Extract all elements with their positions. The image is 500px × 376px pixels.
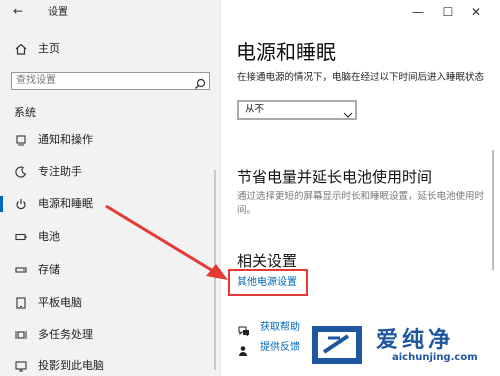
page-title: 电源和睡眠 [236,40,336,64]
watermark-brand: 爱纯净 [376,328,455,353]
home-icon [14,42,28,56]
get-help-link[interactable]: 获取帮助 [260,322,300,334]
maximize-button[interactable]: ☐ [438,5,458,19]
multitask-icon [14,328,28,342]
sidebar-item-project[interactable]: 投影到此电脑 [14,359,214,375]
sleep-caption: 在接通电源的情况下，电脑在经过以下时间后进入睡眠状态 [237,72,485,83]
storage-icon [14,263,28,277]
search-placeholder: 查找设置 [16,75,56,86]
chevron-down-icon [343,105,353,124]
project-icon [14,359,28,373]
battery-section-desc-line1: 通过选择更短的屏幕显示时长和睡眠设置，延长电池使用时 [237,191,485,202]
sidebar-item-multitasking[interactable]: 多任务处理 [14,328,214,344]
highlight-box [228,269,308,296]
selected-indicator [0,196,3,212]
sidebar-item-tablet[interactable]: 平板电脑 [14,296,214,312]
tablet-icon [14,296,28,310]
sidebar-item-label: 电池 [38,230,60,243]
home-label: 主页 [38,42,60,55]
feedback-icon [238,342,250,361]
sidebar-item-label: 通知和操作 [38,133,93,146]
moon-icon [14,165,28,179]
sleep-dropdown[interactable]: 从不 [237,100,357,120]
sidebar [0,0,220,376]
sidebar-item-focus-assist[interactable]: 专注助手 [14,165,214,181]
search-input[interactable]: 查找设置 [11,72,210,90]
battery-icon [14,230,28,244]
power-icon [14,197,28,211]
annotation-arrow [105,204,228,280]
minimize-button[interactable]: — [408,5,428,19]
sidebar-item-label: 电源和睡眠 [38,197,93,210]
sidebar-item-label: 投影到此电脑 [38,359,104,372]
sidebar-item-label: 专注助手 [38,165,82,178]
back-button[interactable]: ← [8,4,28,18]
feedback-link[interactable]: 提供反馈 [260,342,300,354]
related-settings-title: 相关设置 [237,252,298,270]
close-button[interactable]: ✕ [466,5,486,19]
window-title: 设置 [48,7,68,18]
pane-divider [220,0,221,376]
content-scrollbar[interactable] [492,150,494,270]
search-icon[interactable] [194,75,206,94]
watermark-logo [312,326,362,364]
section-label: 系统 [14,106,36,119]
sidebar-item-label: 平板电脑 [38,296,82,309]
sidebar-item-label: 多任务处理 [38,328,93,341]
sidebar-item-notifications[interactable]: 通知和操作 [14,133,214,149]
sleep-dropdown-value: 从不 [245,104,265,115]
battery-section-title: 节省电量并延长电池使用时间 [237,168,433,186]
notification-icon [14,133,28,147]
sidebar-item-label: 存储 [38,263,60,276]
help-icon [238,322,250,341]
watermark-url: aichunjing.com [392,352,478,363]
